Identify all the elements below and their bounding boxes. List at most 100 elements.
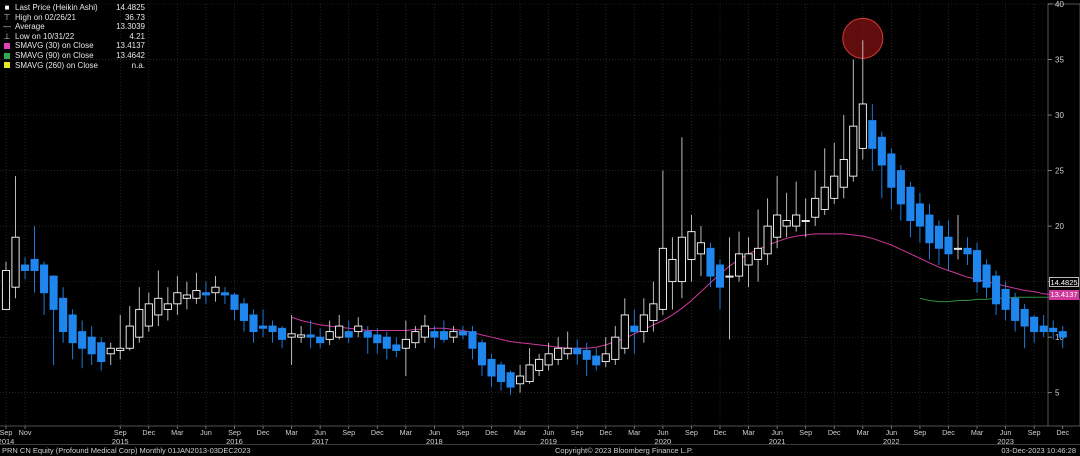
legend-row: ⊤ High on 02/26/21 36.73 [3, 13, 145, 23]
y-tick-label: 25 [1055, 167, 1064, 176]
candle-body [278, 327, 287, 340]
legend-value: 4.21 [129, 31, 145, 41]
x-tick-label: Mar [742, 428, 755, 437]
legend-row: SMAVG (30) on Close 13.4137 [3, 41, 145, 51]
candle-up [1, 261, 11, 310]
candle-down [430, 326, 439, 349]
candle-up [211, 276, 220, 302]
x-tick-label: Dec [714, 428, 727, 437]
x-tick-label: Jun [657, 428, 669, 437]
candle-body [972, 250, 982, 283]
candle-body [420, 325, 429, 338]
candle-body [373, 334, 382, 344]
candle-body [734, 253, 744, 277]
candle-body [1058, 331, 1067, 338]
x-tick-label: Jun [200, 428, 212, 437]
candle-down [373, 328, 382, 354]
candle-down [877, 131, 886, 199]
candle-body [354, 325, 363, 333]
candle-down [925, 203, 934, 260]
y-tick-label: 5 [1055, 389, 1060, 398]
candle-body [925, 214, 934, 244]
candle-down [1020, 303, 1029, 349]
candle-body [525, 364, 534, 383]
candle-body [592, 355, 601, 366]
y-tick-label: 40 [1055, 0, 1064, 9]
x-tick-label: Sep [457, 428, 470, 437]
candle-up [639, 298, 648, 343]
candle-up [839, 115, 848, 199]
candle-up [801, 198, 810, 238]
candle-down [992, 270, 1001, 315]
candle-up [163, 287, 172, 321]
candle-body [68, 314, 77, 344]
x-axis: Sep Nov Sep Dec Mar Jun Sep Dec Mar Jun Sep Dec Mar J… [0, 425, 1070, 446]
candle-body [677, 236, 686, 283]
candle-body [601, 353, 610, 363]
candle-body [658, 247, 667, 310]
candle-body [1011, 297, 1020, 321]
y-axis: 510152025303540 [1047, 0, 1080, 427]
y-tick-label: 30 [1055, 111, 1064, 120]
candle-body [1, 270, 11, 310]
last-price-tag: 14.4825 [1049, 277, 1079, 287]
candle-body [773, 214, 782, 238]
candle-down [97, 337, 106, 371]
x-tick-label: Jun [314, 428, 326, 437]
candle-body [468, 331, 477, 349]
legend-label: SMAVG (30) on Close [15, 41, 94, 51]
white-square-icon: ■ [4, 3, 10, 12]
x-tick-label: Dec [1056, 428, 1069, 437]
candle-down [382, 331, 391, 360]
legend-label: Last Price (Heikin Ashi) [15, 3, 98, 12]
candle-up [106, 342, 115, 365]
x-tick-label: Sep [685, 428, 698, 437]
candle-body [611, 336, 620, 360]
x-tick-label: Mar [857, 428, 870, 437]
candle-body [316, 336, 325, 344]
candle-up [297, 326, 306, 343]
x-tick-label: Jun [1000, 428, 1012, 437]
candle-body [763, 225, 772, 255]
candle-body [173, 292, 182, 305]
candle-up [135, 287, 144, 343]
x-tick-label: Dec [599, 428, 612, 437]
candle-up [687, 215, 696, 282]
candle-down [963, 237, 972, 265]
candle-up [734, 231, 744, 282]
legend-value: 14.4825 [116, 3, 145, 12]
candle-down [1011, 292, 1020, 332]
candle-up [849, 59, 858, 182]
candle-down [278, 326, 287, 349]
candle-body [1049, 327, 1058, 333]
legend-swatch [4, 43, 10, 50]
candle-body [830, 175, 839, 199]
candle-body [868, 120, 877, 149]
candle-up [11, 176, 20, 299]
candle-body [335, 325, 344, 338]
legend-value: n.a. [131, 60, 145, 70]
candle-down [496, 361, 506, 391]
candle-up [287, 314, 296, 365]
average-marker-icon: — [3, 22, 11, 32]
legend-value: 13.3039 [116, 22, 145, 32]
candle-up [953, 215, 963, 260]
candle-down [972, 242, 982, 293]
candle-up [354, 317, 363, 338]
candle-body [668, 258, 677, 283]
x-tick-label: Sep [914, 428, 927, 437]
candle-down [268, 320, 277, 343]
candle-body [287, 333, 296, 338]
candle-down [87, 326, 96, 365]
candle-down [258, 309, 268, 338]
x-tick-label: Jun [886, 428, 898, 437]
candle-body [573, 347, 582, 355]
candle-body [344, 331, 353, 338]
candle-down [477, 339, 487, 377]
candle-body [401, 338, 410, 349]
legend-label: Low on 10/31/22 [15, 31, 75, 41]
timestamp: 03-Dec-2023 10:46:28 [1001, 446, 1076, 455]
candle-up [182, 281, 191, 310]
candle-down [944, 220, 953, 271]
candle-body [449, 331, 458, 338]
